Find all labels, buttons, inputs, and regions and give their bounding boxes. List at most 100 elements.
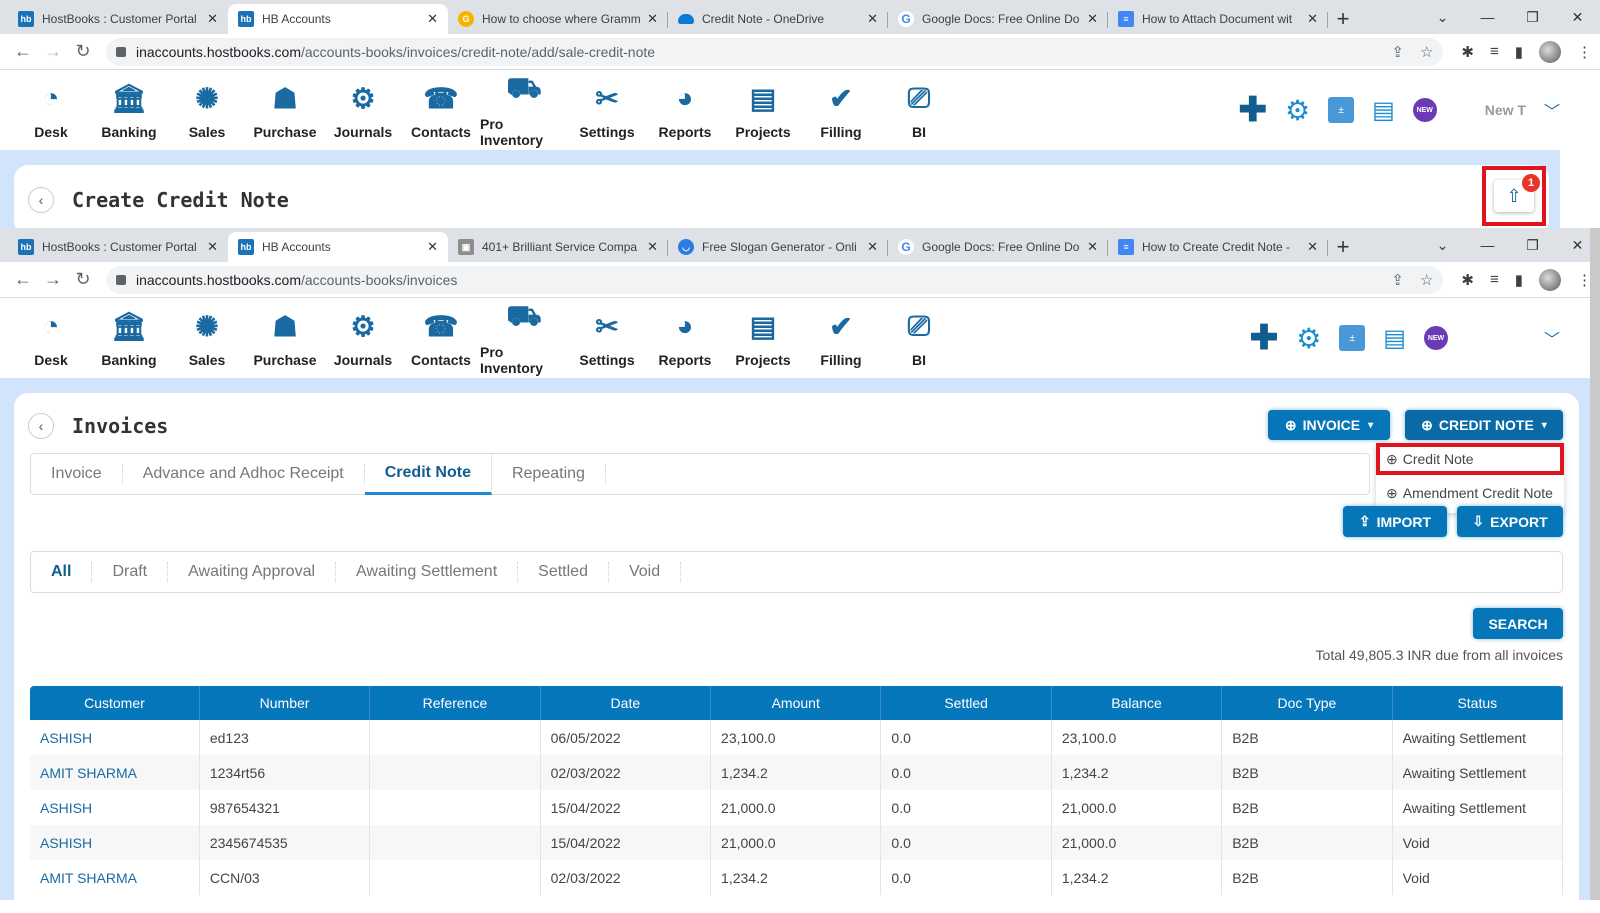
status-tab-awaiting-settlement[interactable]: Awaiting Settlement: [336, 562, 519, 582]
status-tab-all[interactable]: All: [49, 562, 93, 582]
tab-advance-and-adhoc-receipt[interactable]: Advance and Adhoc Receipt: [123, 464, 365, 484]
back-icon[interactable]: ←: [8, 269, 38, 290]
browser-tab[interactable]: ≡ How to Attach Document wit ✕: [1108, 4, 1328, 34]
nav-contacts[interactable]: ☎ Contacts: [402, 80, 480, 141]
close-tab-icon[interactable]: ✕: [1307, 11, 1318, 27]
browser-tab[interactable]: G Google Docs: Free Online Do ✕: [888, 232, 1108, 262]
forward-icon[interactable]: →: [38, 41, 68, 62]
reload-icon[interactable]: ↻: [68, 41, 98, 62]
invoice-dropdown-button[interactable]: ⊕ INVOICE ▾: [1268, 410, 1390, 440]
nav-bi[interactable]: ⎚ BI: [880, 308, 958, 369]
close-tab-icon[interactable]: ✕: [1307, 239, 1318, 255]
share-icon[interactable]: ⇪: [1391, 43, 1404, 61]
close-tab-icon[interactable]: ✕: [427, 11, 438, 27]
column-header[interactable]: Date: [540, 686, 712, 720]
close-tab-icon[interactable]: ✕: [647, 239, 658, 255]
customer-link[interactable]: AMIT SHARMA: [30, 860, 200, 895]
credit-note-dropdown-button[interactable]: ⊕ CREDIT NOTE ▾: [1405, 410, 1563, 440]
close-tab-icon[interactable]: ✕: [207, 239, 218, 255]
chevron-down-icon[interactable]: ﹀: [1544, 326, 1560, 350]
column-header[interactable]: Reference: [369, 686, 541, 720]
nav-contacts[interactable]: ☎ Contacts: [402, 308, 480, 369]
column-header[interactable]: Balance: [1051, 686, 1223, 720]
tab-credit-note[interactable]: Credit Note: [364, 453, 492, 495]
nav-desk[interactable]: ◔ Desk: [12, 308, 90, 368]
share-icon[interactable]: ⇪: [1391, 271, 1404, 289]
tab-search-icon[interactable]: ⌄: [1420, 237, 1465, 254]
add-icon[interactable]: ✚: [1250, 318, 1279, 358]
close-tab-icon[interactable]: ✕: [647, 11, 658, 27]
forward-icon[interactable]: →: [38, 269, 68, 290]
new-badge-icon[interactable]: NEW: [1423, 326, 1448, 350]
column-header[interactable]: Number: [199, 686, 371, 720]
customer-link[interactable]: AMIT SHARMA: [30, 755, 200, 790]
settings-gear-icon[interactable]: ⚙: [1296, 322, 1321, 355]
document-icon[interactable]: ▤: [1383, 324, 1406, 353]
profile-avatar[interactable]: [1539, 268, 1561, 291]
browser-tab[interactable]: ≡ How to Create Credit Note - ✕: [1108, 232, 1328, 262]
media-icon[interactable]: ≡: [1490, 271, 1499, 288]
nav-reports[interactable]: ◕ Reports: [646, 80, 724, 140]
status-tab-awaiting-approval[interactable]: Awaiting Approval: [168, 562, 337, 582]
profile-avatar[interactable]: [1539, 40, 1561, 63]
column-header[interactable]: Status: [1392, 686, 1564, 720]
nav-bi[interactable]: ⎚ BI: [880, 80, 958, 141]
nav-settings[interactable]: ✂ Settings: [568, 308, 646, 369]
column-header[interactable]: Doc Type: [1221, 686, 1393, 720]
restore-button[interactable]: ❐: [1510, 9, 1555, 26]
nav-purchase[interactable]: ☗ Purchase: [246, 80, 324, 141]
nav-sales[interactable]: ✺ Sales: [168, 80, 246, 141]
nav-journals[interactable]: ⚙ Journals: [324, 80, 402, 141]
browser-tab[interactable]: G Google Docs: Free Online Do ✕: [888, 4, 1108, 34]
back-button[interactable]: ‹: [28, 413, 54, 439]
url-input[interactable]: inaccounts.hostbooks.com/accounts-books/…: [106, 37, 1444, 66]
close-tab-icon[interactable]: ✕: [427, 239, 438, 255]
nav-settings[interactable]: ✂ Settings: [568, 80, 646, 141]
scrollbar[interactable]: [1590, 228, 1600, 900]
customer-link[interactable]: ASHISH: [30, 825, 200, 860]
nav-projects[interactable]: ▤ Projects: [724, 80, 802, 141]
extensions-icon[interactable]: ✱: [1461, 43, 1474, 61]
browser-tab-active[interactable]: hb HB Accounts ✕: [228, 232, 448, 262]
column-header[interactable]: Settled: [880, 686, 1052, 720]
minimize-button[interactable]: —: [1465, 9, 1510, 25]
table-row[interactable]: ASHISH 987654321 15/04/2022 21,000.0 0.0 21,0…: [30, 790, 1564, 825]
reload-icon[interactable]: ↻: [68, 269, 98, 290]
status-tab-void[interactable]: Void: [609, 562, 682, 582]
status-tab-settled[interactable]: Settled: [518, 562, 609, 582]
minimize-button[interactable]: —: [1465, 237, 1510, 253]
import-button[interactable]: ⇪ IMPORT: [1343, 506, 1447, 537]
back-button[interactable]: ‹: [28, 187, 54, 213]
tab-repeating[interactable]: Repeating: [492, 464, 606, 484]
sidepanel-icon[interactable]: ▮: [1515, 271, 1523, 289]
url-input[interactable]: inaccounts.hostbooks.com/accounts-books/…: [106, 265, 1444, 294]
tab-search-icon[interactable]: ⌄: [1420, 9, 1465, 26]
table-row[interactable]: AMIT SHARMA CCN/03 02/03/2022 1,234.2 0.0 1,2…: [30, 860, 1564, 895]
calculator-icon[interactable]: ±: [1328, 97, 1355, 123]
customer-link[interactable]: ASHISH: [30, 790, 200, 825]
table-row[interactable]: ASHISH 2345674535 15/04/2022 21,000.0 0.0 21,…: [30, 825, 1564, 860]
browser-tab-active[interactable]: hb HB Accounts ✕: [228, 4, 448, 34]
restore-button[interactable]: ❐: [1510, 237, 1555, 254]
browser-tab[interactable]: G How to choose where Gramm ✕: [448, 4, 668, 34]
nav-banking[interactable]: 🏛 Banking: [90, 308, 168, 369]
close-tab-icon[interactable]: ✕: [207, 11, 218, 27]
nav-pro-inventory[interactable]: ⛟ Pro Inventory: [480, 300, 568, 376]
customer-link[interactable]: ASHISH: [30, 720, 200, 755]
calculator-icon[interactable]: ±: [1339, 325, 1366, 351]
table-row[interactable]: ASHISH ed123 06/05/2022 23,100.0 0.0 23,100.0…: [30, 720, 1564, 755]
menu-kebab-icon[interactable]: ⋮: [1577, 43, 1592, 61]
browser-tab[interactable]: hb HostBooks : Customer Portal ✕: [8, 232, 228, 262]
status-tab-draft[interactable]: Draft: [92, 562, 169, 582]
nav-pro-inventory[interactable]: ⛟ Pro Inventory: [480, 72, 568, 148]
nav-journals[interactable]: ⚙ Journals: [324, 308, 402, 369]
close-tab-icon[interactable]: ✕: [1087, 239, 1098, 255]
close-tab-icon[interactable]: ✕: [867, 239, 878, 255]
browser-tab[interactable]: Credit Note - OneDrive ✕: [668, 4, 888, 34]
new-tab-button[interactable]: +: [1328, 4, 1358, 34]
browser-tab[interactable]: ▣ 401+ Brilliant Service Compa ✕: [448, 232, 668, 262]
nav-banking[interactable]: 🏛 Banking: [90, 80, 168, 141]
nav-purchase[interactable]: ☗ Purchase: [246, 308, 324, 369]
document-icon[interactable]: ▤: [1372, 96, 1395, 125]
export-button[interactable]: ⇩ EXPORT: [1457, 506, 1563, 537]
